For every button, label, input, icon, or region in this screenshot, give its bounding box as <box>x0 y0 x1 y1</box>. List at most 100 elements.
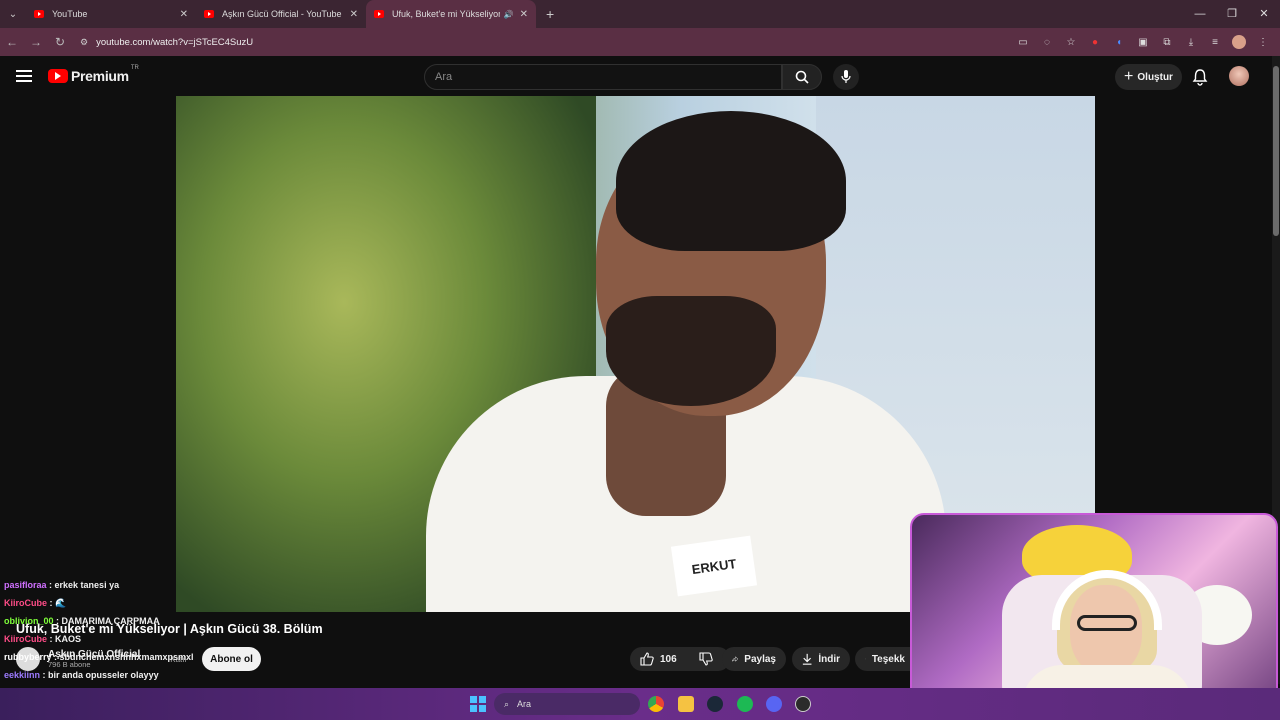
chat-username: eekkiinn <box>4 670 41 680</box>
create-label: Oluştur <box>1137 71 1173 83</box>
chat-username: KiiroCube <box>4 598 48 608</box>
chat-text: KAOS <box>55 634 82 644</box>
chat-separator: : <box>47 598 56 608</box>
close-tab-icon[interactable]: ✕ <box>180 9 188 20</box>
new-tab-icon[interactable]: + <box>546 6 554 22</box>
tab-label: YouTube <box>52 9 88 19</box>
chat-separator: : <box>51 652 60 662</box>
chat-text: bir anda opusseler olayyy <box>48 670 159 680</box>
url-field[interactable]: ⚙ youtube.com/watch?v=jSTcEC4SuzU <box>80 32 1000 52</box>
taskbar-search-placeholder: Ara <box>517 699 532 709</box>
chat-text: erkek tanesi ya <box>54 580 120 590</box>
tab-label: Aşkın Gücü Official - YouTube <box>222 9 342 19</box>
window-controls: — ❐ ✕ <box>1184 0 1280 28</box>
extensions-bar: ▭ ◌ ☆ ● ◖ ▣ ⧉ ⤓ ≡ ⋮ <box>1016 28 1270 56</box>
eye-off-icon[interactable]: ◌ <box>1040 37 1054 48</box>
logo-text: Premium <box>71 68 129 84</box>
chat-username: KiiroCube <box>4 634 48 644</box>
url-text: youtube.com/watch?v=jSTcEC4SuzU <box>96 36 254 48</box>
notifications-bell-icon[interactable] <box>1192 68 1208 86</box>
obs-icon[interactable] <box>795 696 811 712</box>
scrollbar-thumb[interactable] <box>1273 66 1279 236</box>
chat-message: eekkiinn : bir anda opusseler olayyy <box>4 666 214 684</box>
chat-separator: : <box>40 670 49 680</box>
browser-tabbar: ⌄ YouTube ✕ Aşkın Gücü Official - YouTub… <box>0 0 1280 28</box>
thumbs-up-icon <box>640 652 654 666</box>
chat-separator: : <box>53 616 62 626</box>
youtube-logo[interactable]: Premium TR <box>48 65 139 84</box>
forward-icon[interactable]: → <box>24 35 48 49</box>
speaker-icon[interactable]: 🔊 <box>504 10 514 19</box>
site-info-icon[interactable]: ⚙ <box>80 37 88 48</box>
spotify-icon[interactable] <box>737 696 753 712</box>
menu-dots-icon[interactable]: ⋮ <box>1256 37 1270 48</box>
profile-avatar[interactable] <box>1232 35 1246 49</box>
restore-icon[interactable]: ❐ <box>1216 0 1248 28</box>
taskbar-search[interactable]: ⌕ Ara <box>494 693 640 715</box>
webcam-overlay <box>910 513 1278 717</box>
tab-label: Ufuk, Buket'e mi Yükseliyor <box>392 9 500 19</box>
reload-icon[interactable]: ↻ <box>48 35 72 49</box>
steam-icon[interactable] <box>707 696 723 712</box>
back-icon[interactable]: ← <box>0 35 24 49</box>
chat-text: sbdnchemxnshhhxmamxpsmxl <box>59 652 194 662</box>
extension-red-icon[interactable]: ● <box>1088 37 1102 48</box>
bookmark-star-icon[interactable]: ☆ <box>1064 37 1078 48</box>
download-icon[interactable]: ⤓ <box>1184 37 1198 48</box>
hamburger-menu-icon[interactable] <box>16 70 32 82</box>
chat-separator: : <box>46 580 55 590</box>
minimize-icon[interactable]: — <box>1184 0 1216 28</box>
youtube-header: Premium TR Ara + Oluştur <box>0 56 1280 96</box>
close-window-icon[interactable]: ✕ <box>1248 0 1280 28</box>
share-label: Paylaş <box>744 653 776 665</box>
thumbs-down-icon[interactable] <box>699 652 713 666</box>
chat-username: oblivion_00 <box>4 616 54 626</box>
chat-username: rubbyberry <box>4 652 52 662</box>
youtube-favicon-icon <box>204 10 214 18</box>
chat-text: 🌊 <box>55 598 67 608</box>
puzzle-icon[interactable]: ⧉ <box>1160 37 1174 48</box>
discord-icon[interactable] <box>766 696 782 712</box>
tab-askin-gucu[interactable]: Aşkın Gücü Official - YouTube ✕ <box>196 0 366 28</box>
windows-start-icon[interactable] <box>470 696 486 712</box>
microphone-icon <box>841 70 851 83</box>
share-icon <box>732 656 739 662</box>
youtube-play-icon <box>48 69 68 83</box>
cast-icon[interactable]: ▭ <box>1016 37 1030 48</box>
like-button[interactable]: 106 <box>630 647 730 671</box>
download-button[interactable]: İndir <box>792 647 850 671</box>
thanks-label: Teşekk <box>871 653 905 665</box>
chat-message: pasifloraa : erkek tanesi ya <box>4 576 214 594</box>
download-icon <box>802 653 812 665</box>
user-avatar[interactable] <box>1229 66 1249 86</box>
tab-video[interactable]: Ufuk, Buket'e mi Yükseliyor 🔊 ✕ <box>366 0 536 28</box>
heart-dollar-icon <box>865 658 866 660</box>
like-count: 106 <box>660 653 677 665</box>
video-beard <box>606 296 776 406</box>
download-label: İndir <box>818 653 840 665</box>
voice-search-button[interactable] <box>833 64 859 90</box>
media-icon[interactable]: ≡ <box>1208 37 1222 48</box>
share-button[interactable]: Paylaş <box>722 647 786 671</box>
chat-separator: : <box>47 634 56 644</box>
tab-search-icon[interactable]: ⌄ <box>0 0 26 28</box>
search-icon <box>795 70 809 84</box>
thanks-button[interactable]: Teşekk <box>855 647 915 671</box>
chat-message: KiiroCube : KAOS <box>4 630 214 648</box>
close-tab-icon[interactable]: ✕ <box>520 9 528 20</box>
tab-youtube[interactable]: YouTube ✕ <box>26 0 196 28</box>
search-input[interactable]: Ara <box>424 64 782 90</box>
plus-icon: + <box>1124 68 1134 85</box>
chrome-icon[interactable] <box>648 696 664 712</box>
video-hair <box>616 111 846 251</box>
create-button[interactable]: + Oluştur <box>1115 64 1182 90</box>
extension-blue-icon[interactable]: ◖ <box>1112 37 1126 48</box>
search-icon: ⌕ <box>504 698 510 709</box>
glasses <box>1077 615 1137 631</box>
chat-username: pasifloraa <box>4 580 47 590</box>
search-button[interactable] <box>782 64 822 90</box>
close-tab-icon[interactable]: ✕ <box>350 9 358 20</box>
extension-dark-icon[interactable]: ▣ <box>1136 37 1150 48</box>
file-explorer-icon[interactable] <box>678 696 694 712</box>
youtube-favicon-icon <box>34 10 44 18</box>
